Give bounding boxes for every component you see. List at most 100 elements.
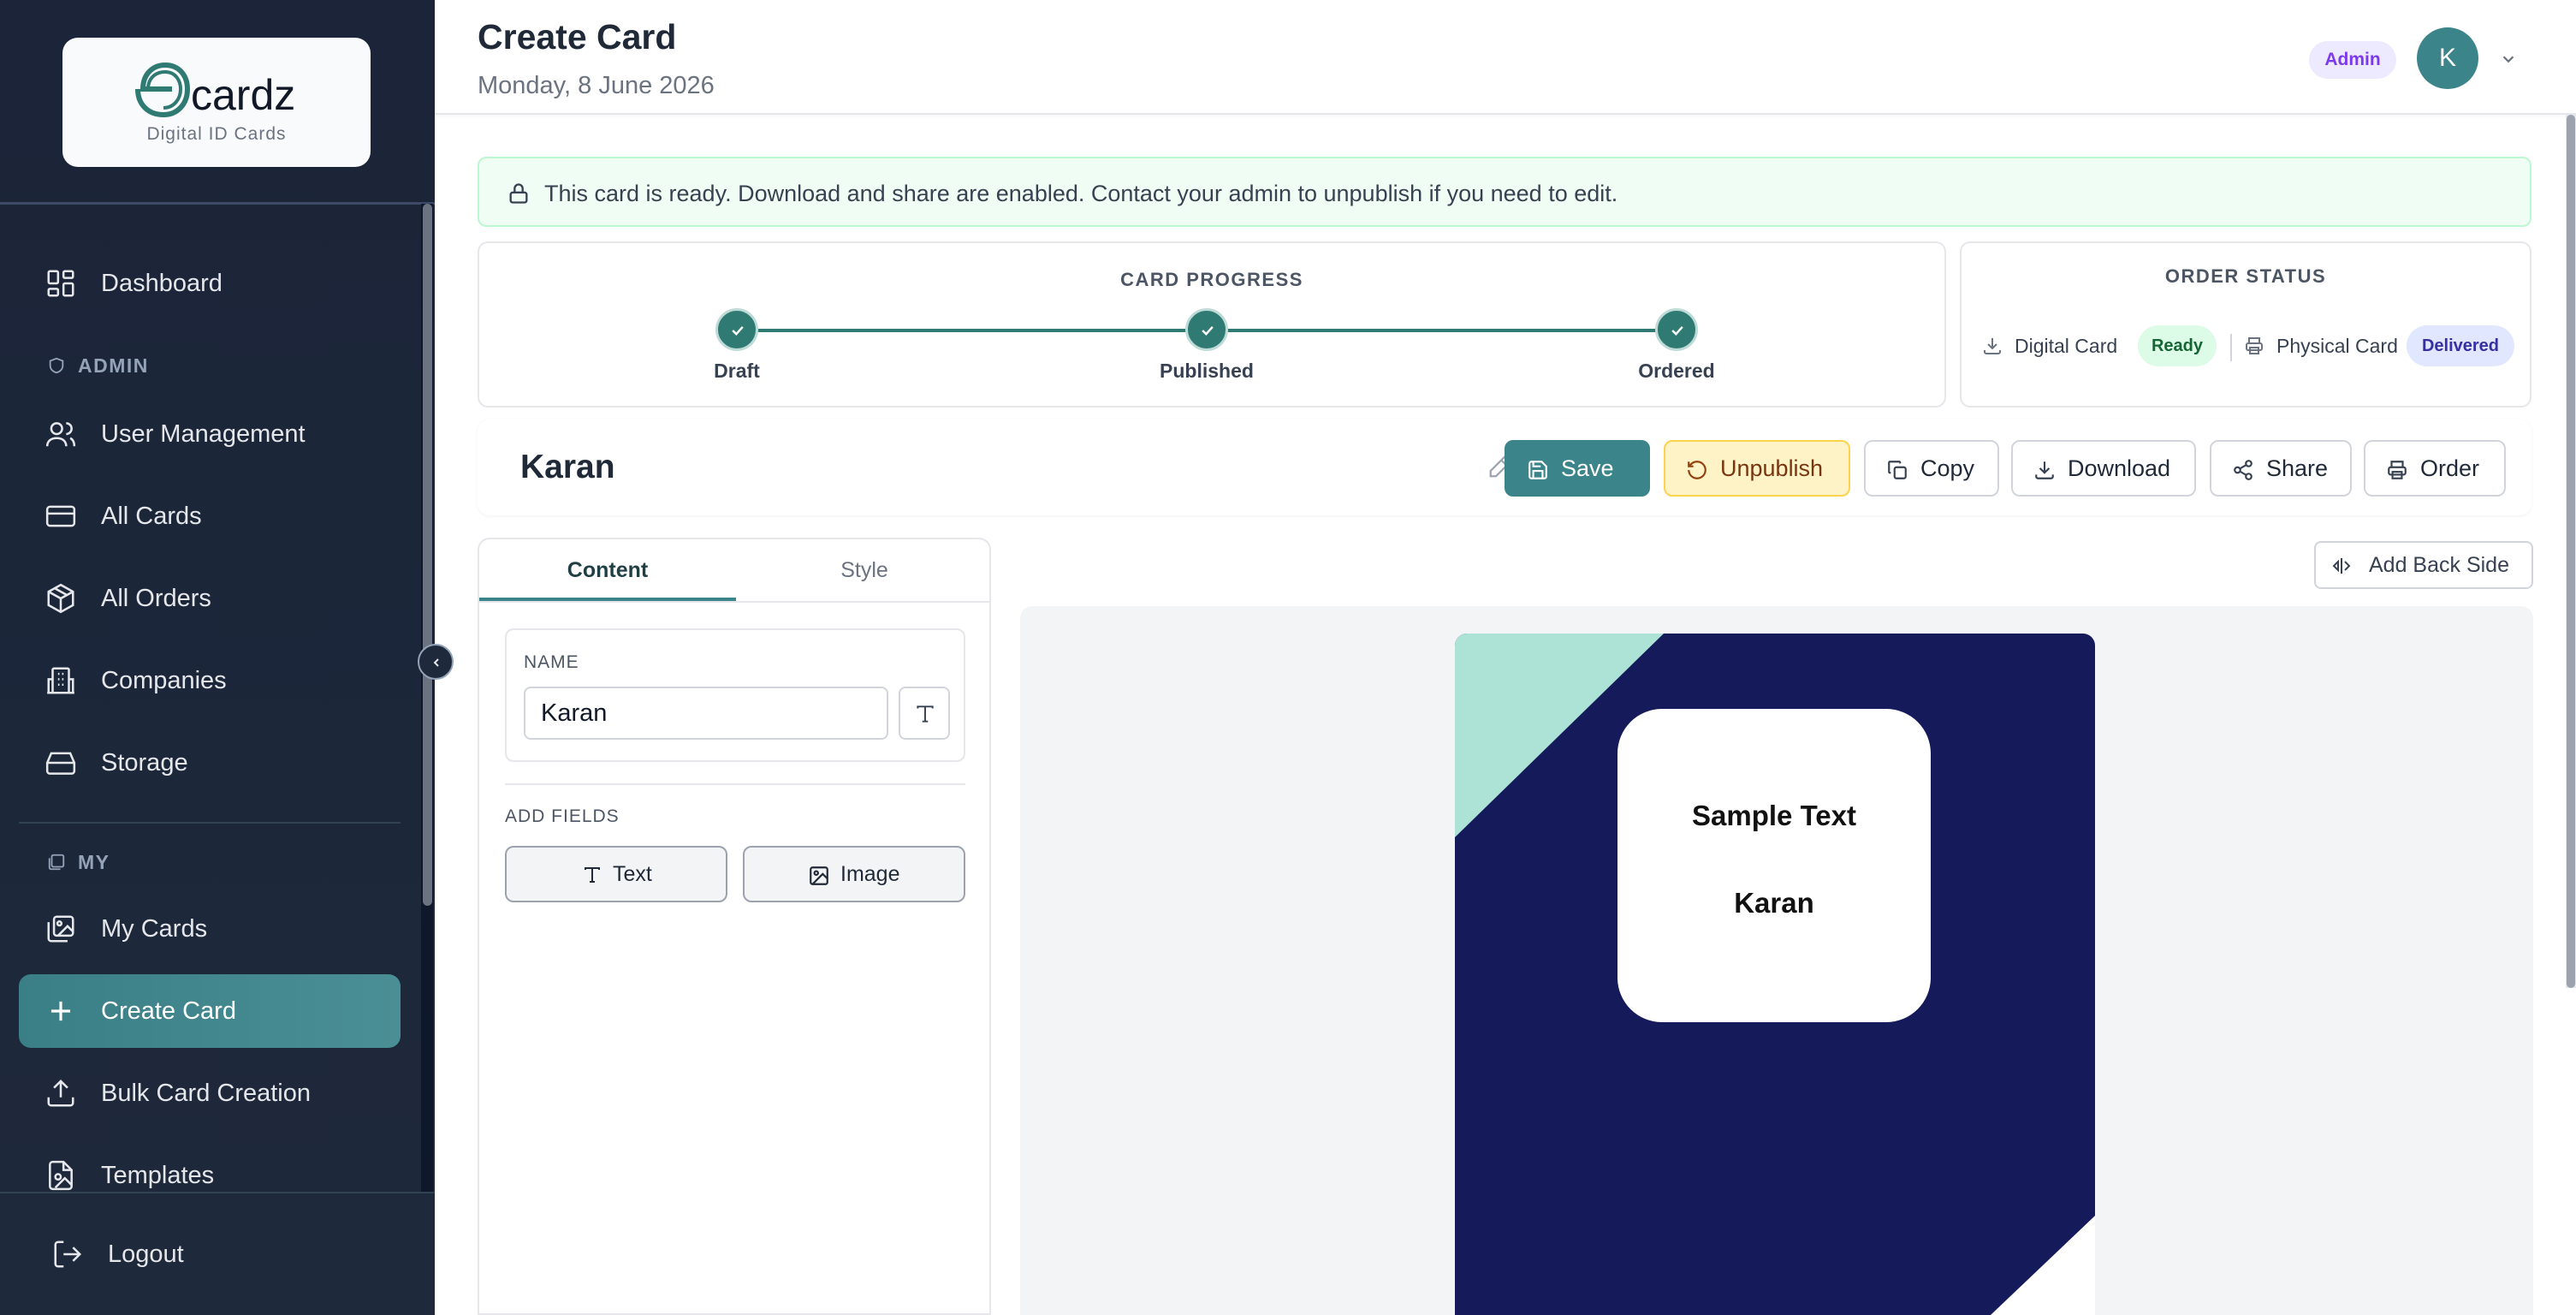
printer-icon xyxy=(2388,461,2407,479)
sidebar-item-label: My Cards xyxy=(101,915,208,943)
sidebar-item-storage[interactable]: Storage xyxy=(19,726,401,800)
sidebar: cardz Digital ID Cards Dashboard ADMIN U… xyxy=(0,0,435,1315)
tab-style[interactable]: Style xyxy=(736,539,993,601)
sidebar-item-my-cards[interactable]: My Cards xyxy=(19,892,401,966)
main-scrollbar[interactable] xyxy=(2567,115,2575,988)
download-button[interactable]: Download xyxy=(2011,440,2196,497)
main-content: Create Card Monday, 8 June 2026 Admin K … xyxy=(435,0,2576,1315)
ecardz-logo-icon: cardz xyxy=(135,62,295,119)
tab-content[interactable]: Content xyxy=(479,539,736,601)
id-card-preview[interactable]: Sample Text Karan xyxy=(1455,634,2095,1315)
sidebar-item-label: Create Card xyxy=(101,997,236,1025)
download-icon xyxy=(1984,338,2001,354)
sidebar-item-create-card[interactable]: Create Card xyxy=(19,974,401,1048)
step-published-dot xyxy=(1185,308,1228,351)
logout-label: Logout xyxy=(108,1241,184,1268)
sidebar-item-all-cards[interactable]: All Cards xyxy=(19,479,401,553)
sidebar-item-label: All Cards xyxy=(101,503,202,530)
name-input[interactable] xyxy=(524,687,888,740)
sidebar-divider xyxy=(19,822,401,824)
printer-icon xyxy=(2246,337,2263,354)
share-icon xyxy=(2234,460,2253,480)
chevron-left-icon xyxy=(433,658,439,667)
svg-text:cardz: cardz xyxy=(191,71,295,119)
chevron-down-icon[interactable] xyxy=(2499,50,2518,68)
name-field-box: NAME xyxy=(505,628,965,762)
physical-card-label: Physical Card xyxy=(2276,335,2398,357)
font-style-button[interactable] xyxy=(899,687,950,740)
card-name-text[interactable]: Karan xyxy=(1617,887,1931,919)
sidebar-item-label: All Orders xyxy=(101,585,211,612)
progress-title: CARD PROGRESS xyxy=(1120,269,1303,290)
role-badge: Admin xyxy=(2309,41,2396,79)
sidebar-item-bulk-card-creation[interactable]: Bulk Card Creation xyxy=(19,1056,401,1130)
box-icon xyxy=(47,583,74,614)
flip-icon xyxy=(2332,558,2351,574)
editor-panel: Content Style NAME ADD FIELDS Text Image xyxy=(478,538,991,1315)
sidebar-item-all-orders[interactable]: All Orders xyxy=(19,562,401,635)
card-icon xyxy=(45,505,76,527)
logout-icon xyxy=(54,1241,82,1268)
sidebar-scrollbar[interactable] xyxy=(423,204,432,906)
page-title: Create Card xyxy=(478,17,677,57)
editor-divider xyxy=(505,783,965,785)
digital-card-label: Digital Card xyxy=(2015,335,2118,357)
alert-text: This card is ready. Download and share a… xyxy=(544,181,1618,206)
download-icon xyxy=(2035,461,2054,479)
physical-status-badge: Delivered xyxy=(2407,325,2514,366)
check-icon xyxy=(1671,325,1683,336)
add-fields-label: ADD FIELDS xyxy=(505,806,620,826)
sidebar-item-label: Bulk Card Creation xyxy=(101,1080,311,1107)
shield-icon xyxy=(49,357,64,374)
plus-icon xyxy=(50,1001,71,1021)
sidebar-item-label: Storage xyxy=(101,749,188,777)
avatar[interactable]: K xyxy=(2417,27,2478,89)
card-preview-canvas: Sample Text Karan xyxy=(1020,606,2533,1315)
share-button[interactable]: Share xyxy=(2210,440,2352,497)
top-bar: Create Card Monday, 8 June 2026 Admin K xyxy=(435,0,2576,115)
unpublish-button[interactable]: Unpublish xyxy=(1664,440,1850,497)
step-label-published: Published xyxy=(1160,360,1254,382)
add-text-field-button[interactable]: Text xyxy=(505,846,727,902)
digital-status-badge: Ready xyxy=(2138,325,2217,366)
copy-button[interactable]: Copy xyxy=(1864,440,1999,497)
page-date: Monday, 8 June 2026 xyxy=(478,72,715,99)
name-field-label: NAME xyxy=(524,652,579,672)
step-label-ordered: Ordered xyxy=(1638,360,1715,382)
text-icon xyxy=(585,867,600,883)
sidebar-separator xyxy=(0,202,435,205)
status-divider xyxy=(2230,334,2232,361)
sidebar-item-user-management[interactable]: User Management xyxy=(19,397,401,471)
logo-subtitle: Digital ID Cards xyxy=(146,124,287,144)
building-icon xyxy=(47,667,74,694)
card-name: Karan xyxy=(520,449,615,485)
logout-area: Logout xyxy=(0,1192,435,1315)
sidebar-item-dashboard[interactable]: Dashboard xyxy=(19,247,401,320)
add-back-side-button[interactable]: Add Back Side xyxy=(2314,541,2533,589)
users-icon xyxy=(45,422,76,447)
upload-icon xyxy=(47,1079,74,1107)
check-icon xyxy=(1202,325,1214,336)
text-icon xyxy=(917,705,934,723)
image-icon xyxy=(810,866,828,885)
step-label-draft: Draft xyxy=(714,360,760,382)
sidebar-collapse-button[interactable] xyxy=(418,644,454,680)
template-icon xyxy=(49,1160,73,1191)
lock-icon xyxy=(509,183,528,204)
card-progress-panel: CARD PROGRESS Draft Published Ordered xyxy=(478,241,1946,408)
order-button[interactable]: Order xyxy=(2364,440,2506,497)
card-text-panel: Sample Text Karan xyxy=(1617,709,1931,1022)
logout-button[interactable]: Logout xyxy=(26,1217,407,1291)
step-draft-dot xyxy=(715,308,758,351)
tab-divider xyxy=(479,601,989,603)
images-icon xyxy=(48,854,65,871)
ready-alert: This card is ready. Download and share a… xyxy=(478,157,2531,227)
images-icon xyxy=(47,915,74,943)
card-toolbar: Karan Save Unpublish Copy Download Share… xyxy=(478,419,2531,515)
card-sample-text[interactable]: Sample Text xyxy=(1617,800,1931,832)
save-icon xyxy=(1528,461,1547,479)
sidebar-item-companies[interactable]: Companies xyxy=(19,644,401,717)
logo[interactable]: cardz Digital ID Cards xyxy=(62,38,371,167)
save-button[interactable]: Save xyxy=(1505,440,1650,497)
add-image-field-button[interactable]: Image xyxy=(743,846,965,902)
